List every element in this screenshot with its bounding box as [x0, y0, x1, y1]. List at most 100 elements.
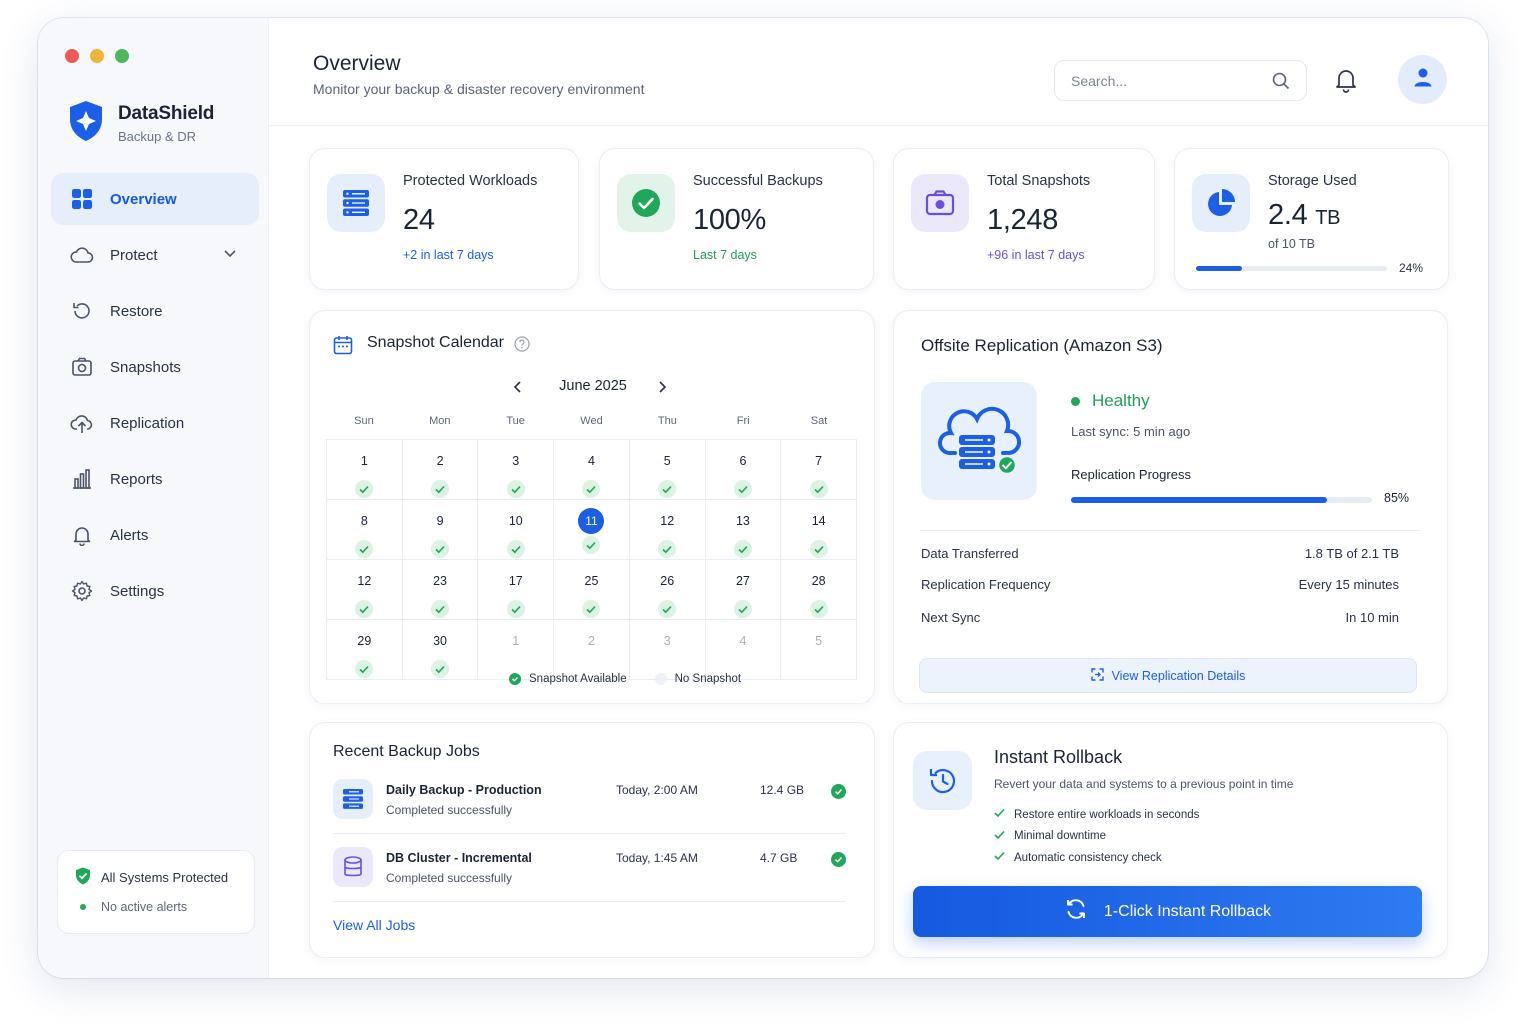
day-number: 3 — [663, 634, 671, 648]
calendar-day[interactable]: 12 — [327, 560, 403, 620]
stat-note: +2 in last 7 days — [403, 248, 494, 262]
search-icon[interactable] — [1272, 72, 1290, 95]
replication-row-next-sync: Next Sync In 10 min — [921, 610, 1399, 625]
brand[interactable]: DataShield Backup & DR — [68, 100, 214, 147]
calendar-day[interactable]: 2 — [402, 440, 479, 500]
snapshot-check-icon — [431, 660, 450, 678]
calendar-day[interactable]: 1 — [478, 620, 555, 680]
sidebar-item-replication[interactable]: Replication — [51, 397, 259, 449]
sidebar-item-label: Replication — [110, 414, 185, 432]
calendar-day[interactable]: 29 — [327, 620, 403, 680]
weekday-label: Wed — [580, 415, 603, 427]
calendar-day[interactable]: 4 — [705, 620, 782, 680]
calendar-day[interactable]: 13 — [705, 500, 782, 560]
prev-month-chevron-icon[interactable] — [512, 380, 524, 398]
feature-text: Minimal downtime — [1014, 830, 1107, 843]
day-number: 29 — [357, 634, 372, 648]
stat-card-protected-workloads[interactable]: Protected Workloads 24 +2 in last 7 days — [309, 148, 579, 290]
calendar-day[interactable]: 30 — [402, 620, 479, 680]
status-title-row: All Systems Protected — [75, 867, 254, 888]
chevron-down-icon[interactable] — [223, 246, 237, 264]
calendar-day[interactable]: 5 — [781, 620, 857, 680]
view-replication-details-button[interactable]: View Replication Details — [919, 658, 1417, 693]
snapshot-check-icon — [355, 660, 374, 678]
weekday-header: Sun Mon Tue Wed Thu Fri Sat — [326, 415, 857, 427]
help-icon[interactable] — [514, 336, 530, 357]
calendar-day[interactable]: 8 — [327, 500, 403, 560]
job-row[interactable]: Daily Backup - Production Completed succ… — [333, 779, 846, 837]
divider — [333, 833, 846, 834]
day-number: 23 — [433, 574, 448, 588]
maximize-window-button[interactable] — [115, 49, 129, 63]
user-icon — [1413, 67, 1433, 92]
sidebar-item-protect[interactable]: Protect — [51, 229, 259, 281]
user-avatar[interactable] — [1398, 55, 1447, 104]
calendar-day[interactable]: 23 — [402, 560, 479, 620]
pie-chart-icon — [1192, 174, 1250, 232]
brand-name: DataShield — [118, 103, 215, 124]
view-all-jobs-link[interactable]: View All Jobs — [333, 917, 415, 933]
stat-label: Total Snapshots — [987, 173, 1091, 189]
sidebar-item-label: Snapshots — [110, 358, 181, 376]
jobs-title: Recent Backup Jobs — [333, 743, 480, 760]
search-input[interactable] — [1071, 72, 1251, 89]
window-controls — [65, 49, 129, 63]
row-value: 1.8 TB of 2.1 TB — [1304, 546, 1399, 561]
sidebar-item-restore[interactable]: Restore — [51, 285, 259, 337]
replication-row-data-transferred: Data Transferred 1.8 TB of 2.1 TB — [921, 546, 1399, 561]
next-month-chevron-icon[interactable] — [656, 380, 668, 398]
stat-label: Successful Backups — [693, 173, 823, 189]
calendar-day[interactable]: 3 — [629, 620, 706, 680]
minimize-window-button[interactable] — [90, 49, 104, 63]
stat-card-storage-used[interactable]: Storage Used 2.4 TB of 10 TB 24% — [1174, 148, 1449, 290]
status-title: All Systems Protected — [101, 870, 229, 885]
day-number: 7 — [815, 454, 823, 468]
instant-rollback-button[interactable]: 1-Click Instant Rollback — [913, 886, 1422, 937]
calendar-day[interactable]: 3 — [478, 440, 555, 500]
sidebar-item-reports[interactable]: Reports — [51, 453, 259, 505]
sidebar-item-settings[interactable]: Settings — [51, 565, 259, 617]
day-number: 2 — [436, 454, 444, 468]
sidebar-item-overview[interactable]: Overview — [51, 173, 259, 225]
snapshot-check-icon — [506, 480, 525, 498]
calendar-day[interactable]: 7 — [781, 440, 857, 500]
stat-card-successful-backups[interactable]: Successful Backups 100% Last 7 days — [599, 148, 874, 290]
weekday-label: Sun — [354, 415, 374, 427]
search-box[interactable] — [1054, 60, 1307, 101]
system-status-card: All Systems Protected No active alerts — [57, 850, 255, 934]
calendar-day[interactable]: 26 — [629, 560, 706, 620]
calendar-day[interactable]: 6 — [705, 440, 782, 500]
shield-check-icon — [75, 867, 91, 888]
cloud-upload-icon — [70, 411, 94, 435]
row-label: Replication Frequency — [921, 577, 1051, 592]
calendar-day-today[interactable]: 11 — [554, 500, 630, 560]
job-row[interactable]: DB Cluster - Incremental Completed succe… — [333, 847, 846, 905]
calendar-day[interactable]: 12 — [629, 500, 706, 560]
notifications-bell-icon[interactable] — [1334, 67, 1358, 98]
calendar-day[interactable]: 9 — [402, 500, 479, 560]
calendar-day[interactable]: 25 — [554, 560, 630, 620]
sidebar-item-alerts[interactable]: Alerts — [51, 509, 259, 561]
close-window-button[interactable] — [65, 49, 79, 63]
status-dot-icon — [1071, 396, 1080, 406]
calendar-day[interactable]: 14 — [781, 500, 857, 560]
day-number: 30 — [433, 634, 448, 648]
calendar-day[interactable]: 5 — [629, 440, 706, 500]
calendar-day[interactable]: 2 — [554, 620, 630, 680]
app-window: DataShield Backup & DR Overview Protect — [38, 18, 1488, 978]
calendar-day[interactable]: 4 — [554, 440, 630, 500]
job-status: Completed successfully — [386, 803, 513, 817]
top-bar: Overview Monitor your backup & disaster … — [269, 18, 1488, 126]
calendar-day[interactable]: 28 — [781, 560, 857, 620]
calendar-day[interactable]: 1 — [327, 440, 403, 500]
day-number: 13 — [735, 514, 750, 528]
stat-card-total-snapshots[interactable]: Total Snapshots 1,248 +96 in last 7 days — [893, 148, 1155, 290]
sidebar-item-snapshots[interactable]: Snapshots — [51, 341, 259, 393]
storage-progress-bar — [1196, 266, 1387, 271]
external-link-icon — [1090, 667, 1104, 684]
calendar-day[interactable]: 27 — [705, 560, 782, 620]
day-number: 4 — [739, 634, 747, 648]
calendar-day[interactable]: 10 — [478, 500, 555, 560]
day-number: 12 — [660, 514, 675, 528]
calendar-day[interactable]: 17 — [478, 560, 555, 620]
